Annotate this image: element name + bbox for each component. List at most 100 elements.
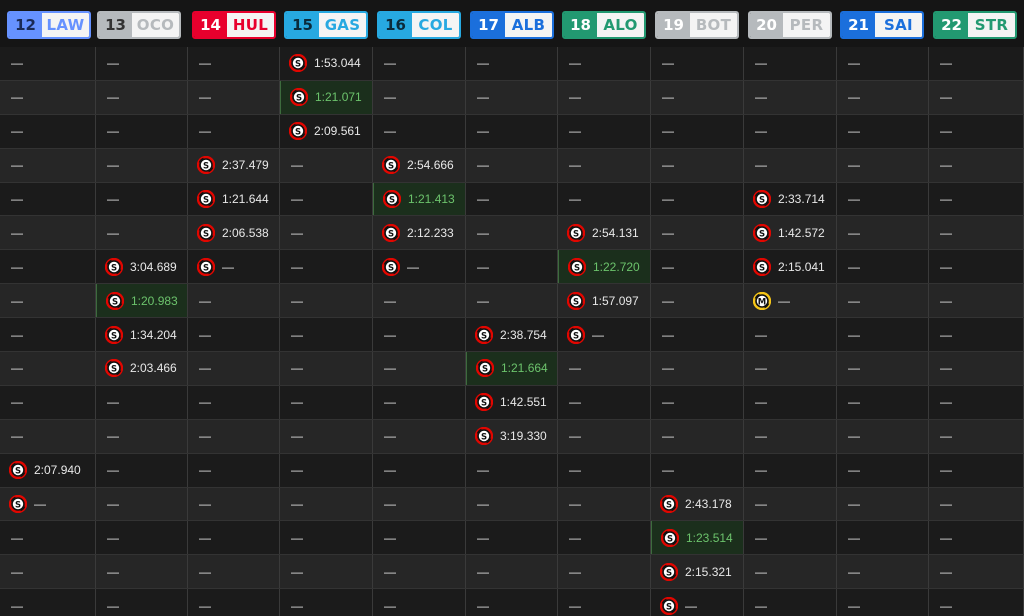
svg-text:S: S [388,229,394,239]
stint-cell-per[interactable]: S 2:15.041 [744,250,837,284]
empty-cell-dash: — [940,158,952,173]
lap-time: 2:07.940 [34,463,81,478]
stint-cell-oco: — [96,182,188,216]
stint-cell-law: — [0,47,96,80]
stint-cell-gas[interactable]: S 1:21.071 [280,80,373,114]
stint-cell-alb[interactable]: S 3:19.330 [466,419,558,453]
svg-text:S: S [573,331,579,341]
stint-cell-bot[interactable]: S 1:23.514 [651,521,744,555]
lap-time: 3:19.330 [500,429,547,444]
stint-cell-hul: — [188,352,280,385]
stint-cell-bot: — [651,385,744,419]
stint-cell-col[interactable]: S — [373,250,466,284]
soft-tyre-icon: S [752,223,772,243]
stint-cell-alo[interactable]: S 1:57.097 [558,284,651,318]
driver-badge-hul[interactable]: 14 HUL [192,11,276,39]
stint-cell-col[interactable]: S 2:12.233 [373,216,466,250]
empty-cell-dash: — [940,429,952,444]
driver-badge-bot[interactable]: 19 BOT [655,11,739,39]
svg-text:S: S [388,162,394,172]
empty-cell-dash: — [848,598,860,613]
stint-cell-col: — [373,352,466,385]
stint-cell-law[interactable]: S 2:07.940 [0,453,96,487]
stint-cell-hul[interactable]: S 2:06.538 [188,216,280,250]
stint-cell-law: — [0,318,96,352]
stint-cell-law: — [0,216,96,250]
stint-cell-oco[interactable]: S 2:03.466 [96,352,188,385]
stint-cell-alb: — [466,80,558,114]
stint-cell-sai: — [837,216,929,250]
stint-cell-bot: — [651,182,744,216]
driver-number: 21 [842,13,875,37]
stint-cell-bot: — [651,453,744,487]
stint-cell-bot: — [651,148,744,182]
stint-entry: S 3:04.689 [96,257,177,276]
empty-cell-dash: — [755,564,767,579]
stint-cell-hul[interactable]: S — [188,250,280,284]
soft-tyre-icon: S [288,54,308,73]
driver-number: 15 [286,13,319,37]
stint-cell-gas[interactable]: S 1:53.044 [280,47,373,80]
stint-entry: S — [558,325,604,344]
stint-cell-col[interactable]: S 1:21.413 [373,182,466,216]
empty-cell-dash: — [569,530,581,545]
stint-cell-alo: — [558,114,651,148]
svg-text:M: M [758,297,766,307]
driver-badge-sai[interactable]: 21 SAI [840,11,924,39]
stint-cell-bot[interactable]: S 2:15.321 [651,555,744,589]
table-row: — — S 2:06.538 — S 2:12.233 — S 2:54.131 — S… [0,216,1024,251]
stint-cell-hul[interactable]: S 2:37.479 [188,148,280,182]
stint-cell-per[interactable]: S 1:42.572 [744,216,837,250]
stint-cell-oco[interactable]: S 1:20.983 [96,284,188,318]
stint-table: — — — S 1:53.044— — — — — — — — — — S 1:21.071— — — — —… [0,47,1024,616]
driver-badge-col[interactable]: 16 COL [377,11,461,39]
stint-cell-alo[interactable]: S 2:54.131 [558,216,651,250]
empty-cell-dash: — [477,56,489,71]
stint-entry: S 3:19.330 [466,427,547,446]
stint-cell-oco[interactable]: S 1:34.204 [96,318,188,352]
soft-tyre-icon: S [105,291,125,310]
empty-cell-dash: — [477,192,489,206]
stint-cell-bot[interactable]: S 2:43.178 [651,487,744,521]
stint-cell-law: — [0,284,96,318]
stint-cell-gas: — [280,385,373,419]
driver-number: 19 [657,13,690,37]
stint-cell-per: — [744,487,837,521]
empty-cell-dash: — [940,90,952,105]
stint-cell-gas[interactable]: S 2:09.561 [280,114,373,148]
driver-badge-gas[interactable]: 15 GAS [284,11,368,39]
empty-cell-dash: — [569,598,581,613]
stint-entry: S 2:09.561 [280,122,361,141]
stint-cell-str: — [929,250,1024,284]
empty-cell-dash: — [755,56,767,71]
lap-time: 2:03.466 [130,361,177,376]
stint-cell-col[interactable]: S 2:54.666 [373,148,466,182]
stint-cell-per[interactable]: S 2:33.714 [744,182,837,216]
stint-cell-alo[interactable]: S 1:22.720 [558,250,651,284]
empty-cell-dash: — [940,598,952,613]
stint-cell-hul[interactable]: S 1:21.644 [188,182,280,216]
stint-cell-per[interactable]: M — [744,284,837,318]
driver-badge-str[interactable]: 22 STR [933,11,1017,39]
stint-cell-col: — [373,114,466,148]
stint-cell-law[interactable]: S — [0,487,96,521]
stint-cell-col: — [373,487,466,521]
empty-cell-dash: — [199,124,211,139]
empty-cell-dash: — [384,429,396,444]
driver-badge-alb[interactable]: 17 ALB [470,11,554,39]
empty-cell-dash: — [291,192,303,206]
stint-entry: S 1:22.720 [559,257,640,276]
driver-badge-alo[interactable]: 18 ALO [562,11,646,39]
stint-cell-alo[interactable]: S — [558,318,651,352]
stint-cell-bot[interactable]: S — [651,589,744,616]
stint-cell-alb[interactable]: S 2:38.754 [466,318,558,352]
svg-text:S: S [111,263,117,273]
driver-badge-oco[interactable]: 13 OCO [97,11,181,39]
stint-cell-oco[interactable]: S 3:04.689 [96,250,188,284]
stint-cell-alb[interactable]: S 1:21.664 [466,352,558,385]
stint-cell-hul: — [188,80,280,114]
stint-cell-col: — [373,318,466,352]
driver-badge-per[interactable]: 20 PER [748,11,832,39]
stint-cell-alb[interactable]: S 1:42.551 [466,385,558,419]
driver-badge-law[interactable]: 12 LAW [7,11,91,39]
